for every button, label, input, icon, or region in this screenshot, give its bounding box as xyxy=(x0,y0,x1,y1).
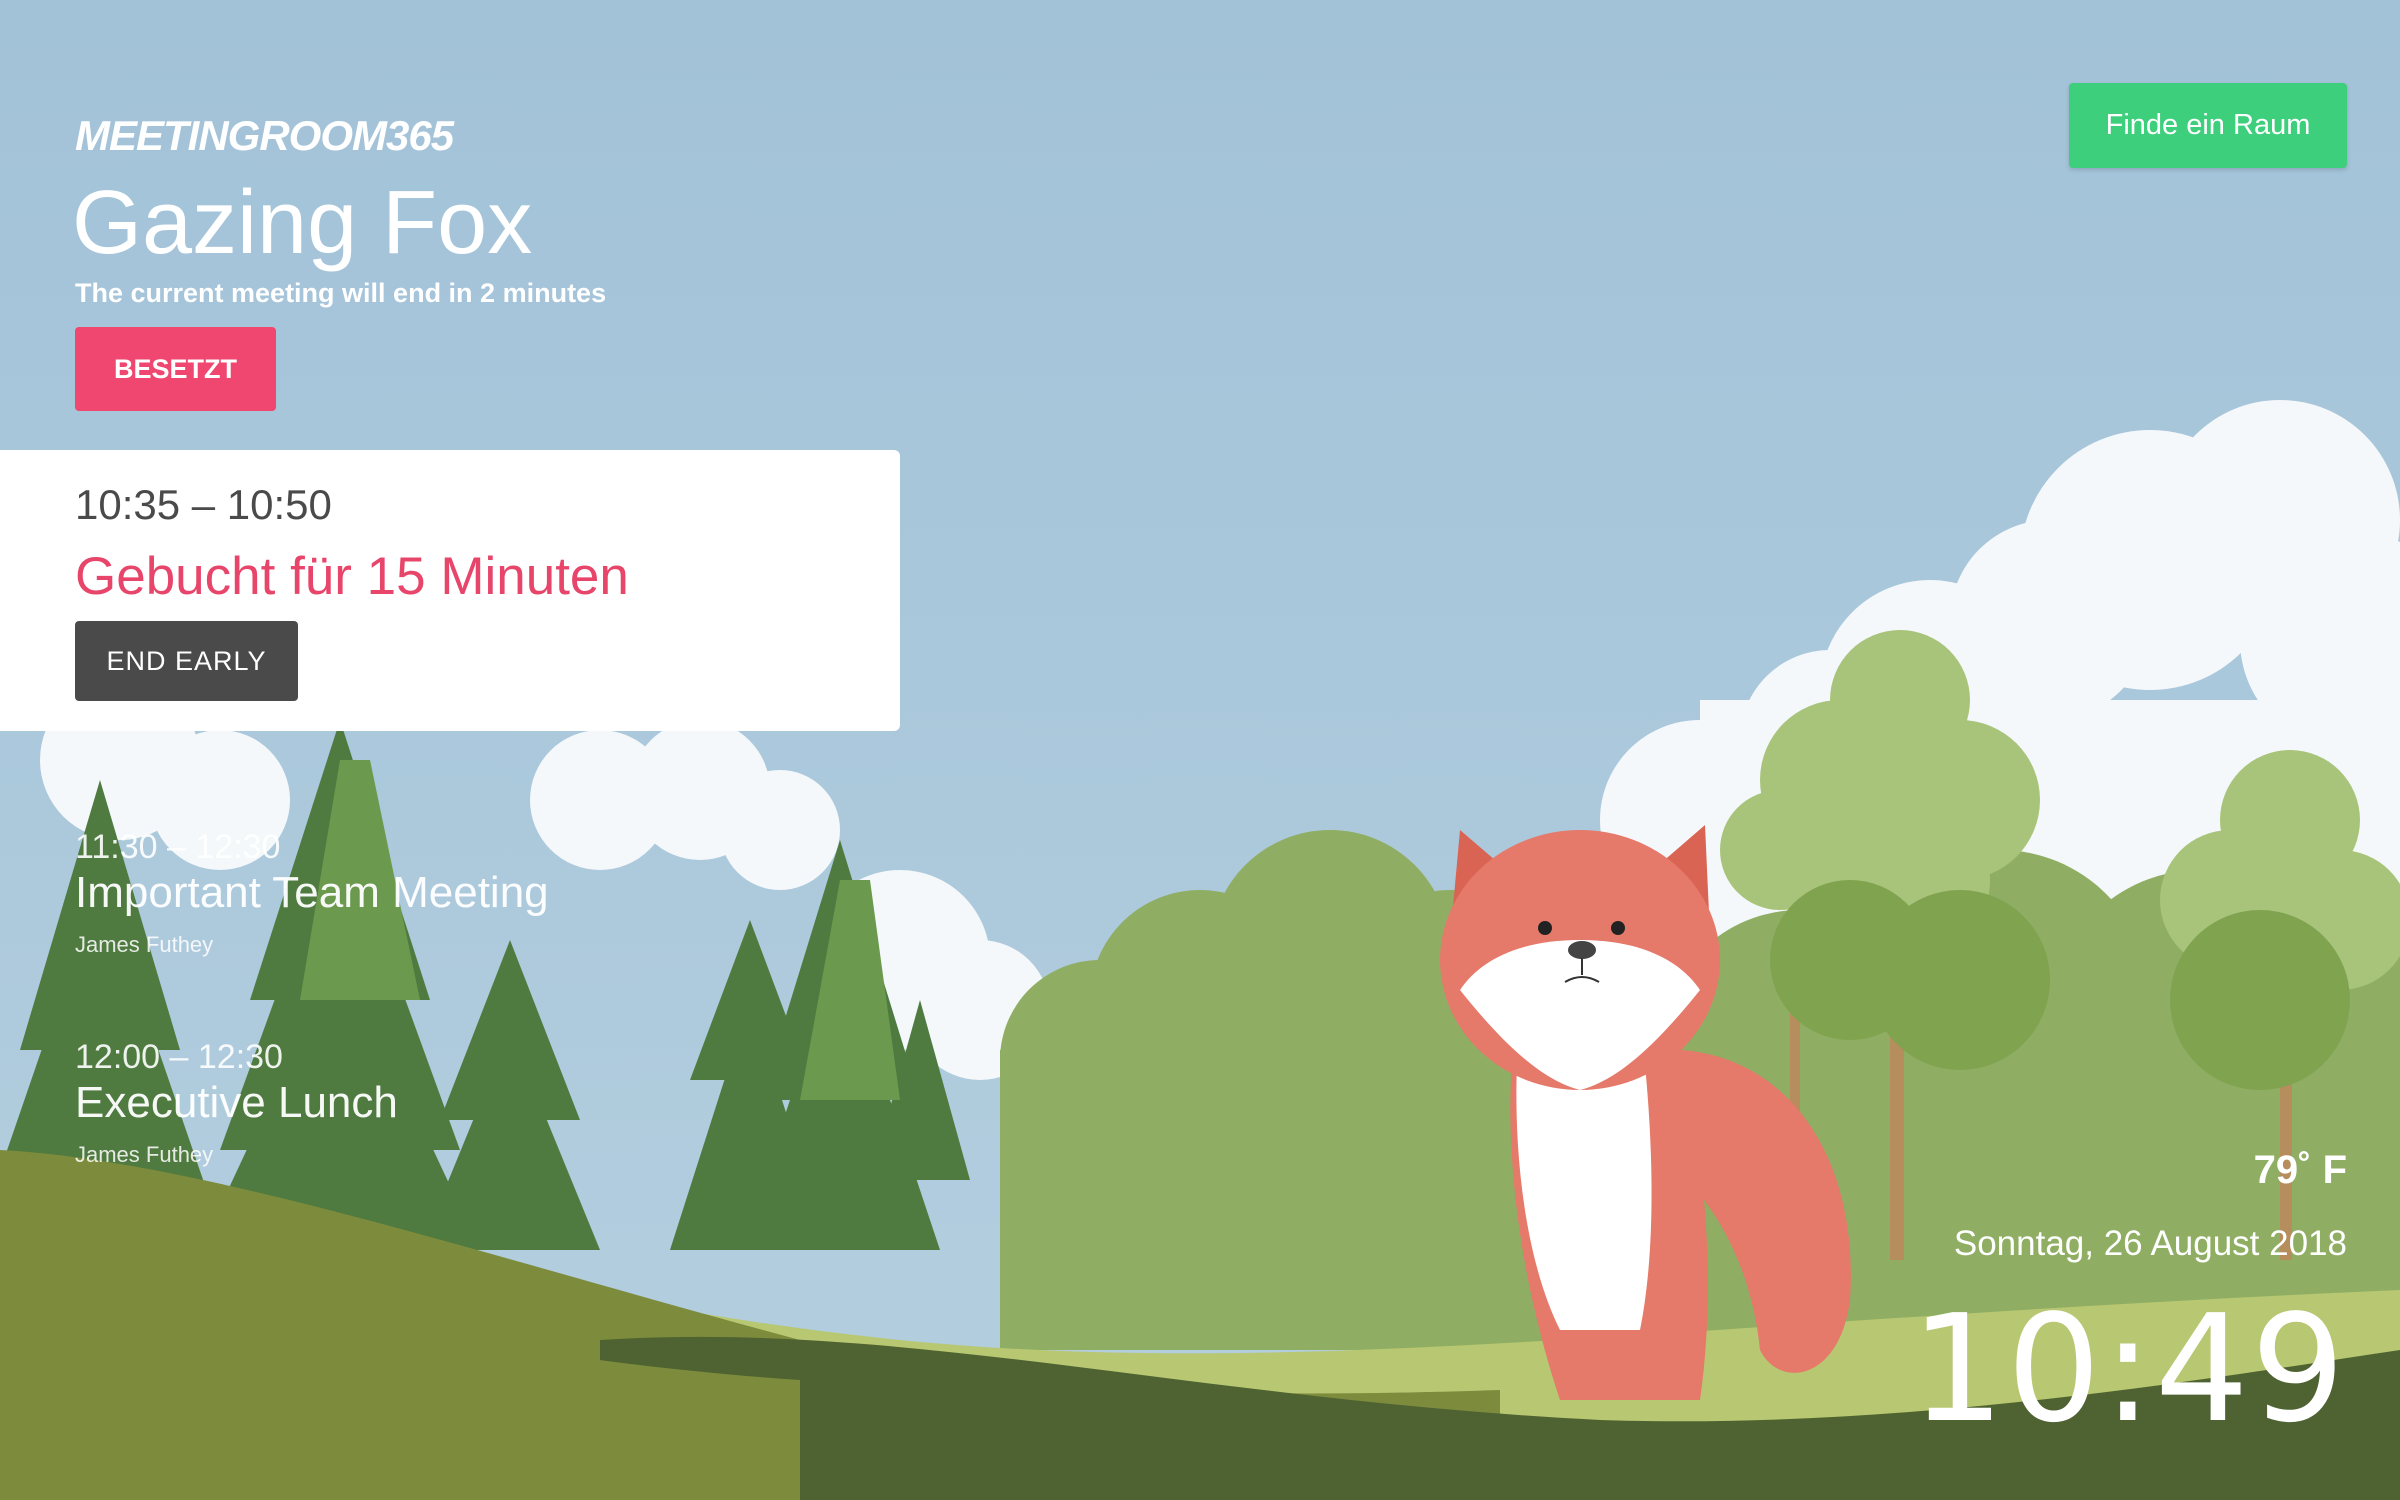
app-logo: MEETINGROOM365 xyxy=(75,112,454,159)
current-date: Sonntag, 26 August 2018 xyxy=(1953,1224,2347,1263)
room-name: Gazing Fox xyxy=(72,173,533,273)
list-item[interactable]: 11:30 – 12:30 Important Team Meeting Jam… xyxy=(75,824,775,1034)
current-time-clock: 10:49 xyxy=(1910,1283,2347,1455)
weather-temperature: 79˚ F xyxy=(2253,1148,2347,1192)
meeting-title: Important Team Meeting xyxy=(75,868,549,917)
current-meeting-status: Gebucht für 15 Minuten xyxy=(75,547,629,606)
meeting-host: James Futhey xyxy=(75,1142,214,1167)
meeting-title: Executive Lunch xyxy=(75,1078,398,1127)
upcoming-meetings-list: 11:30 – 12:30 Important Team Meeting Jam… xyxy=(75,824,775,1244)
find-room-button[interactable]: Finde ein Raum xyxy=(2069,83,2347,168)
meeting-time: 12:00 – 12:30 xyxy=(75,1038,283,1076)
list-item[interactable]: 12:00 – 12:30 Executive Lunch James Futh… xyxy=(75,1034,775,1244)
room-status-subtitle: The current meeting will end in 2 minute… xyxy=(75,278,607,308)
current-meeting-time: 10:35 – 10:50 xyxy=(75,481,332,528)
end-early-button[interactable]: END EARLY xyxy=(75,621,298,701)
meeting-host: James Futhey xyxy=(75,932,214,957)
meeting-time: 11:30 – 12:30 xyxy=(75,828,281,866)
occupied-status-badge[interactable]: BESETZT xyxy=(75,327,276,411)
current-meeting-card: 10:35 – 10:50 Gebucht für 15 Minuten END… xyxy=(0,450,900,731)
